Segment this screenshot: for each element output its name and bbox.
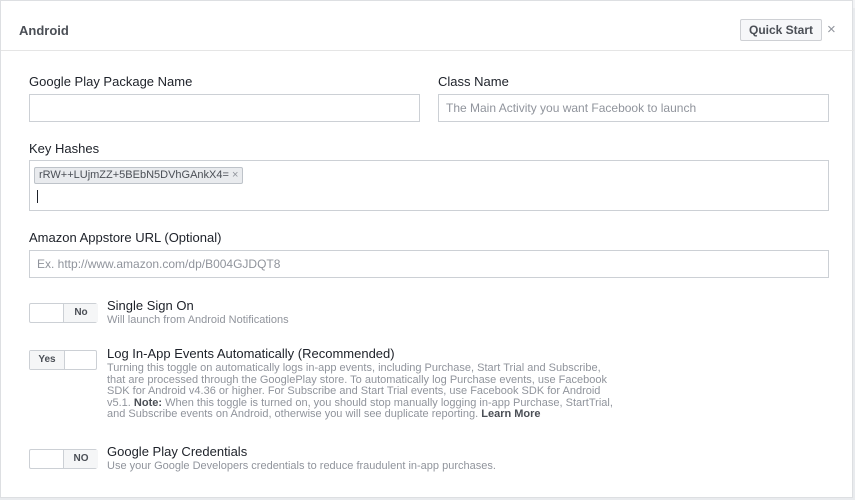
google-play-credentials-toggle[interactable]: NO [29, 449, 98, 469]
close-icon[interactable]: × [827, 22, 836, 37]
description-line: Turning this toggle on automatically log… [107, 362, 601, 374]
remove-tag-icon[interactable]: × [232, 169, 238, 181]
note-label: Note: [133, 396, 163, 409]
package-name-label: Google Play Package Name [29, 74, 193, 89]
last-line-text: and Subscribe events on Android, otherwi… [107, 408, 479, 420]
single-sign-on-description: Will launch from Android Notifications [107, 314, 289, 326]
single-sign-on-title: Single Sign On [107, 298, 194, 313]
note-text: When this toggle is turned on, you shoul… [165, 396, 613, 409]
text-cursor [37, 190, 38, 203]
panel-header: Android Quick Start × [1, 9, 854, 51]
class-name-label: Class Name [438, 74, 509, 89]
key-hash-tag-text: rRW++LUjmZZ+5BEbN5DVhGAnkX4= [39, 169, 229, 181]
log-events-description: Turning this toggle on automatically log… [107, 362, 647, 421]
log-events-toggle[interactable]: Yes [29, 350, 97, 370]
package-name-input[interactable] [29, 94, 420, 122]
google-play-credentials-title: Google Play Credentials [107, 444, 248, 459]
toggle-state-label: No [63, 304, 98, 322]
version-text: v5.1. [107, 396, 131, 409]
class-name-input[interactable]: The Main Activity you want Facebook to l… [438, 94, 829, 122]
toggle-state-label: Yes [30, 351, 65, 369]
google-play-credentials-description: Use your Google Developers credentials t… [107, 460, 496, 472]
key-hashes-label: Key Hashes [29, 141, 100, 156]
learn-more-link[interactable]: Learn More [481, 408, 540, 420]
single-sign-on-toggle[interactable]: No [29, 303, 98, 323]
toggle-state-label: NO [63, 450, 98, 468]
log-events-title: Log In-App Events Automatically (Recomme… [107, 346, 395, 361]
panel-title: Android [19, 23, 69, 38]
amazon-url-input[interactable]: Ex. http://www.amazon.com/dp/B004GJDQT8 [29, 250, 829, 278]
amazon-url-label: Amazon Appstore URL (Optional) [29, 230, 222, 245]
key-hash-tag[interactable]: rRW++LUjmZZ+5BEbN5DVhGAnkX4= × [34, 167, 244, 184]
android-settings-panel: Android Quick Start × Google Play Packag… [0, 0, 854, 498]
quick-start-button[interactable]: Quick Start [740, 19, 823, 41]
description-line: and Subscribe events on Android, otherwi… [107, 408, 647, 421]
